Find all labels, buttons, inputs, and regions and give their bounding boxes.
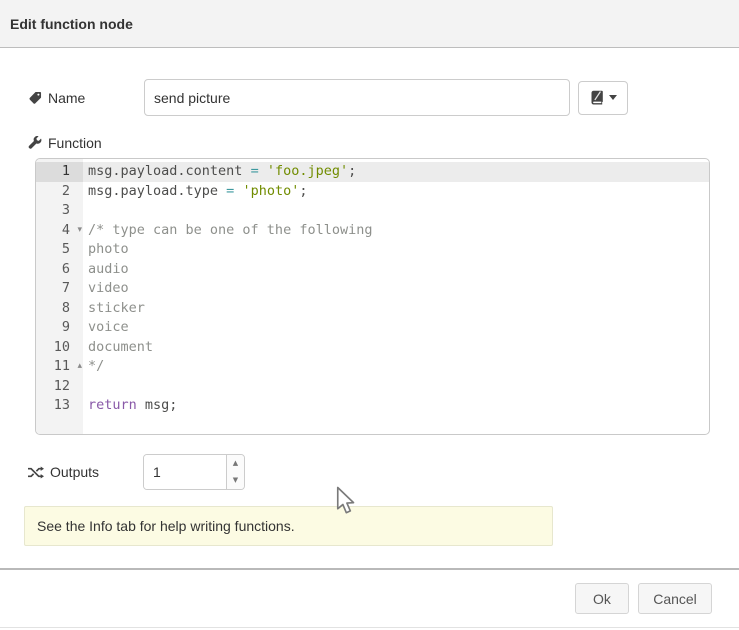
code-line[interactable]: voice: [83, 318, 709, 338]
name-label: Name: [28, 90, 144, 106]
gutter-line-number: 4▾: [36, 221, 83, 241]
wrench-icon: [28, 136, 42, 150]
code-editor[interactable]: 1234▾567891011▴1213 msg.payload.content …: [35, 158, 710, 435]
library-button[interactable]: [578, 81, 628, 115]
gutter-line-number: 10: [36, 338, 83, 358]
code-line[interactable]: sticker: [83, 299, 709, 319]
code-editor-lines[interactable]: msg.payload.content = 'foo.jpeg';msg.pay…: [83, 159, 709, 434]
outputs-input[interactable]: [144, 455, 226, 489]
spinner-down-button[interactable]: ▼: [227, 472, 244, 489]
gutter-line-number: 11▴: [36, 357, 83, 377]
spinner-up-button[interactable]: ▲: [227, 455, 244, 472]
outputs-label: Outputs: [28, 464, 143, 480]
gutter-line-number: 2: [36, 182, 83, 202]
code-line[interactable]: [83, 377, 709, 397]
outputs-label-text: Outputs: [50, 464, 99, 480]
book-icon: [590, 90, 604, 105]
gutter-line-number: 13: [36, 396, 83, 416]
code-line[interactable]: /* type can be one of the following: [83, 221, 709, 241]
gutter-line-number: 5: [36, 240, 83, 260]
function-label: Function: [28, 135, 102, 151]
code-line[interactable]: return msg;: [83, 396, 709, 416]
gutter-line-number: 1: [36, 162, 83, 182]
name-row: Name: [28, 79, 739, 116]
caret-down-icon: [609, 95, 617, 100]
function-label-row: Function: [28, 135, 739, 151]
fold-close-icon[interactable]: ▴: [77, 357, 82, 377]
code-line[interactable]: */: [83, 357, 709, 377]
edit-function-node-dialog: Edit function node Name Function: [0, 0, 739, 630]
cancel-button[interactable]: Cancel: [638, 583, 712, 614]
info-tip: See the Info tab for help writing functi…: [24, 506, 553, 546]
ok-button[interactable]: Ok: [575, 583, 629, 614]
code-editor-gutter: 1234▾567891011▴1213: [36, 159, 83, 434]
code-line[interactable]: photo: [83, 240, 709, 260]
code-line[interactable]: audio: [83, 260, 709, 280]
name-label-text: Name: [48, 90, 85, 106]
gutter-line-number: 8: [36, 299, 83, 319]
code-line[interactable]: msg.payload.content = 'foo.jpeg';: [83, 162, 709, 182]
gutter-line-number: 9: [36, 318, 83, 338]
gutter-line-number: 7: [36, 279, 83, 299]
info-tip-text: See the Info tab for help writing functi…: [37, 518, 295, 534]
code-line[interactable]: document: [83, 338, 709, 358]
dialog-title: Edit function node: [10, 16, 133, 32]
shuffle-icon: [28, 466, 44, 479]
code-line[interactable]: [83, 201, 709, 221]
fold-open-icon[interactable]: ▾: [77, 221, 82, 241]
name-input[interactable]: [144, 79, 570, 116]
outputs-row: Outputs ▲ ▼: [28, 454, 739, 490]
gutter-line-number: 6: [36, 260, 83, 280]
spinner-buttons: ▲ ▼: [226, 455, 244, 489]
gutter-line-number: 12: [36, 377, 83, 397]
dialog-bottom-edge: [0, 627, 739, 628]
gutter-line-number: 3: [36, 201, 83, 221]
function-label-text: Function: [48, 135, 102, 151]
code-line[interactable]: msg.payload.type = 'photo';: [83, 182, 709, 202]
dialog-footer: Ok Cancel: [0, 568, 739, 614]
code-line[interactable]: video: [83, 279, 709, 299]
dialog-header: Edit function node: [0, 0, 739, 48]
outputs-spinner: ▲ ▼: [143, 454, 245, 490]
tag-icon: [28, 91, 42, 105]
